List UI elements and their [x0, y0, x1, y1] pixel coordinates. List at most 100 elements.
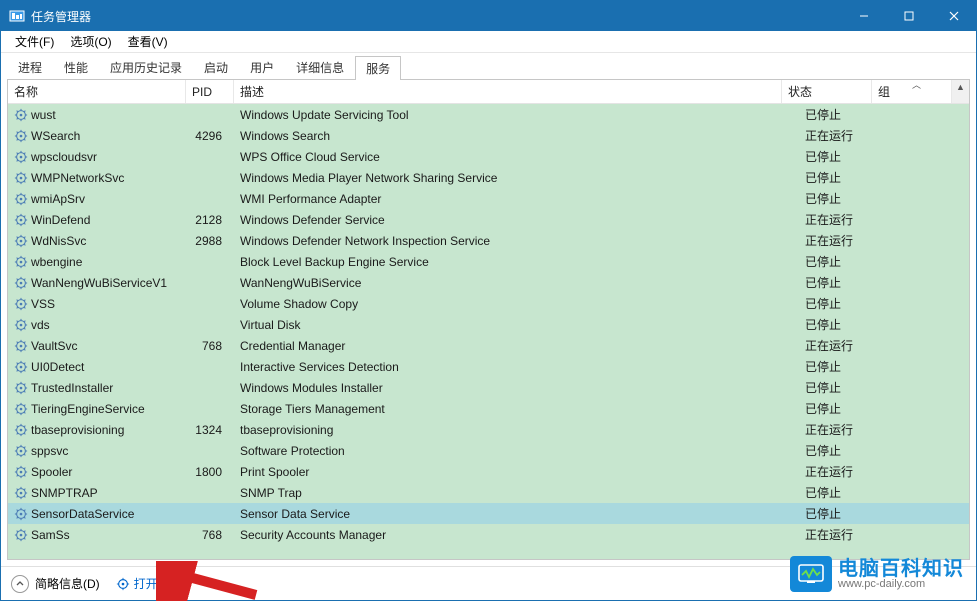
service-desc-cell: WanNengWuBiService — [234, 276, 799, 290]
service-row[interactable]: SNMPTRAPSNMP Trap已停止 — [8, 482, 969, 503]
service-row[interactable]: WMPNetworkSvcWindows Media Player Networ… — [8, 167, 969, 188]
service-status-cell: 正在运行 — [799, 421, 889, 438]
service-pid-cell: 2128 — [186, 213, 234, 227]
service-status-cell: 正在运行 — [799, 127, 889, 144]
service-desc-cell: Print Spooler — [234, 465, 799, 479]
tab-6[interactable]: 服务 — [355, 56, 401, 80]
service-desc-cell: Windows Defender Service — [234, 213, 799, 227]
status-bar: 简略信息(D) 打开服务 电脑百科知识 www.pc-daily.com — [1, 566, 976, 600]
service-row[interactable]: VaultSvc768Credential Manager正在运行 — [8, 335, 969, 356]
service-desc-cell: Block Level Backup Engine Service — [234, 255, 799, 269]
tab-bar: 进程性能应用历史记录启动用户详细信息服务 — [1, 53, 976, 79]
service-pid-cell: 4296 — [186, 129, 234, 143]
service-status-cell: 已停止 — [799, 484, 889, 501]
service-status-cell: 正在运行 — [799, 463, 889, 480]
tab-4[interactable]: 用户 — [239, 55, 285, 79]
service-status-cell: 已停止 — [799, 274, 889, 291]
col-header-desc[interactable]: 描述 — [234, 80, 782, 103]
service-row[interactable]: WdNisSvc2988Windows Defender Network Ins… — [8, 230, 969, 251]
service-status-cell: 已停止 — [799, 148, 889, 165]
service-status-cell: 已停止 — [799, 106, 889, 123]
service-pid-cell: 2988 — [186, 234, 234, 248]
service-name-cell: wbengine — [8, 255, 186, 269]
service-name-cell: Spooler — [8, 465, 186, 479]
service-desc-cell: Windows Modules Installer — [234, 381, 799, 395]
services-list[interactable]: wustWindows Update Servicing Tool已停止WSea… — [8, 104, 969, 559]
fewer-details-label[interactable]: 简略信息(D) — [35, 575, 100, 592]
service-status-cell: 已停止 — [799, 442, 889, 459]
service-name-cell: WMPNetworkSvc — [8, 171, 186, 185]
col-header-group[interactable]: 组 ︿ — [872, 80, 952, 103]
service-row[interactable]: wpscloudsvrWPS Office Cloud Service已停止 — [8, 146, 969, 167]
watermark-badge-icon — [790, 556, 832, 592]
sort-indicator-icon: ︿ — [912, 79, 921, 91]
menubar: 文件(F) 选项(O) 查看(V) — [1, 31, 976, 53]
service-name-cell: TrustedInstaller — [8, 381, 186, 395]
tab-5[interactable]: 详细信息 — [285, 55, 355, 79]
service-row[interactable]: wmiApSrv WMI Performance Adapter已停止 — [8, 188, 969, 209]
col-header-name[interactable]: 名称 — [8, 80, 186, 103]
service-row[interactable]: TrustedInstaller Windows Modules Installe… — [8, 377, 969, 398]
close-button[interactable] — [931, 1, 976, 31]
service-row[interactable]: SamSs768Security Accounts Manager正在运行 — [8, 524, 969, 545]
service-row[interactable]: Spooler1800Print Spooler正在运行 — [8, 461, 969, 482]
service-desc-cell: tbaseprovisioning — [234, 423, 799, 437]
service-desc-cell: Volume Shadow Copy — [234, 297, 799, 311]
menu-options[interactable]: 选项(O) — [62, 31, 119, 52]
service-desc-cell: Storage Tiers Management — [234, 402, 799, 416]
service-status-cell: 正在运行 — [799, 211, 889, 228]
maximize-button[interactable] — [886, 1, 931, 31]
column-headers: 名称 PID 描述 状态 组 ︿ ▲ — [8, 80, 969, 104]
window-controls — [841, 1, 976, 31]
col-header-pid[interactable]: PID — [186, 80, 234, 103]
open-services-link[interactable]: 打开服务 — [116, 575, 182, 592]
service-name-cell: sppsvc — [8, 444, 186, 458]
service-name-cell: UI0Detect — [8, 360, 186, 374]
service-status-cell: 正在运行 — [799, 526, 889, 543]
tab-1[interactable]: 性能 — [53, 55, 99, 79]
minimize-button[interactable] — [841, 1, 886, 31]
window-title: 任务管理器 — [31, 8, 841, 25]
service-status-cell: 正在运行 — [799, 232, 889, 249]
service-pid-cell: 1324 — [186, 423, 234, 437]
service-status-cell: 已停止 — [799, 169, 889, 186]
service-row[interactable]: WanNengWuBiServiceV1 WanNengWuBiService已停… — [8, 272, 969, 293]
service-row[interactable]: UI0DetectInteractive Services Detection已… — [8, 356, 969, 377]
service-name-cell: WanNengWuBiServiceV1 — [8, 276, 186, 290]
menu-file[interactable]: 文件(F) — [7, 31, 62, 52]
service-desc-cell: WMI Performance Adapter — [234, 192, 799, 206]
service-row[interactable]: TieringEngineService Storage Tiers Manage… — [8, 398, 969, 419]
service-name-cell: tbaseprovisioning — [8, 423, 186, 437]
service-row[interactable]: SensorDataServiceSensor Data Service已停止 — [8, 503, 969, 524]
col-header-group-label: 组 — [878, 83, 890, 100]
fewer-details-toggle[interactable] — [11, 575, 29, 593]
service-name-cell: VSS — [8, 297, 186, 311]
service-desc-cell: Security Accounts Manager — [234, 528, 799, 542]
service-row[interactable]: tbaseprovisioning1324tbaseprovisioning正在… — [8, 419, 969, 440]
service-desc-cell: Software Protection — [234, 444, 799, 458]
col-header-status[interactable]: 状态 — [782, 80, 872, 103]
watermark-title: 电脑百科知识 — [838, 559, 964, 579]
service-row[interactable]: VSSVolume Shadow Copy已停止 — [8, 293, 969, 314]
titlebar[interactable]: 任务管理器 — [1, 1, 976, 31]
service-name-cell: SensorDataService — [8, 507, 186, 521]
tab-3[interactable]: 启动 — [193, 55, 239, 79]
watermark-url: www.pc-daily.com — [838, 579, 964, 590]
tab-2[interactable]: 应用历史记录 — [99, 55, 193, 79]
service-desc-cell: Windows Search — [234, 129, 799, 143]
service-row[interactable]: sppsvc Software Protection已停止 — [8, 440, 969, 461]
service-name-cell: wmiApSrv — [8, 192, 186, 206]
services-icon — [116, 577, 130, 591]
service-name-cell: TieringEngineService — [8, 402, 186, 416]
watermark: 电脑百科知识 www.pc-daily.com — [790, 556, 964, 592]
service-status-cell: 已停止 — [799, 190, 889, 207]
service-row[interactable]: wustWindows Update Servicing Tool已停止 — [8, 104, 969, 125]
service-desc-cell: Interactive Services Detection — [234, 360, 799, 374]
tab-0[interactable]: 进程 — [7, 55, 53, 79]
service-row[interactable]: WSearch4296Windows Search正在运行 — [8, 125, 969, 146]
service-row[interactable]: WinDefend2128Windows Defender Service正在运… — [8, 209, 969, 230]
task-manager-window: 任务管理器 文件(F) 选项(O) 查看(V) 进程性能应用历史记录启动用户详细… — [0, 0, 977, 601]
service-row[interactable]: wbengine Block Level Backup Engine Servic… — [8, 251, 969, 272]
service-row[interactable]: vdsVirtual Disk已停止 — [8, 314, 969, 335]
menu-view[interactable]: 查看(V) — [120, 31, 176, 52]
